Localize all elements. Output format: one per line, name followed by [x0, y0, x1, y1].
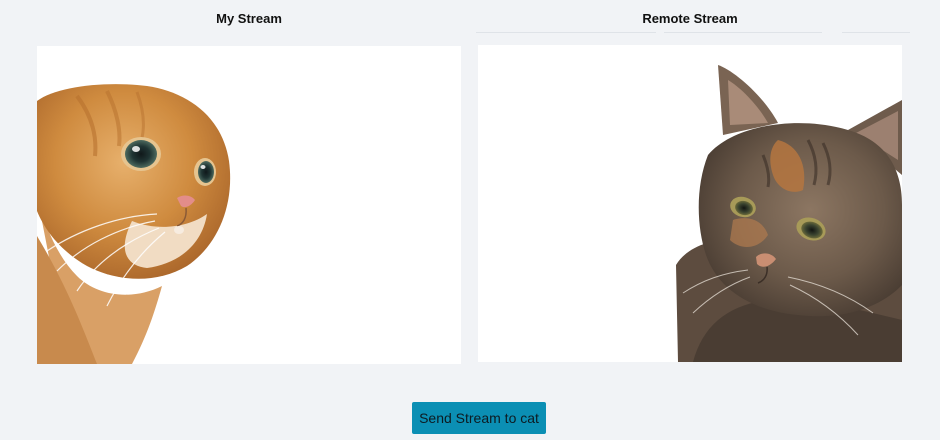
- send-stream-button[interactable]: Send Stream to cat: [412, 402, 546, 434]
- my-stream-video: [37, 46, 461, 364]
- remote-stream-video: [478, 45, 902, 362]
- header-divider-3: [842, 32, 910, 33]
- header-divider-1: [476, 32, 656, 33]
- surprised-orange-cat-image: [37, 84, 231, 364]
- sad-tabby-cat-image: [676, 65, 902, 362]
- my-stream-title: My Stream: [216, 11, 282, 26]
- remote-stream-title: Remote Stream: [642, 11, 738, 26]
- header-divider-2: [664, 32, 822, 33]
